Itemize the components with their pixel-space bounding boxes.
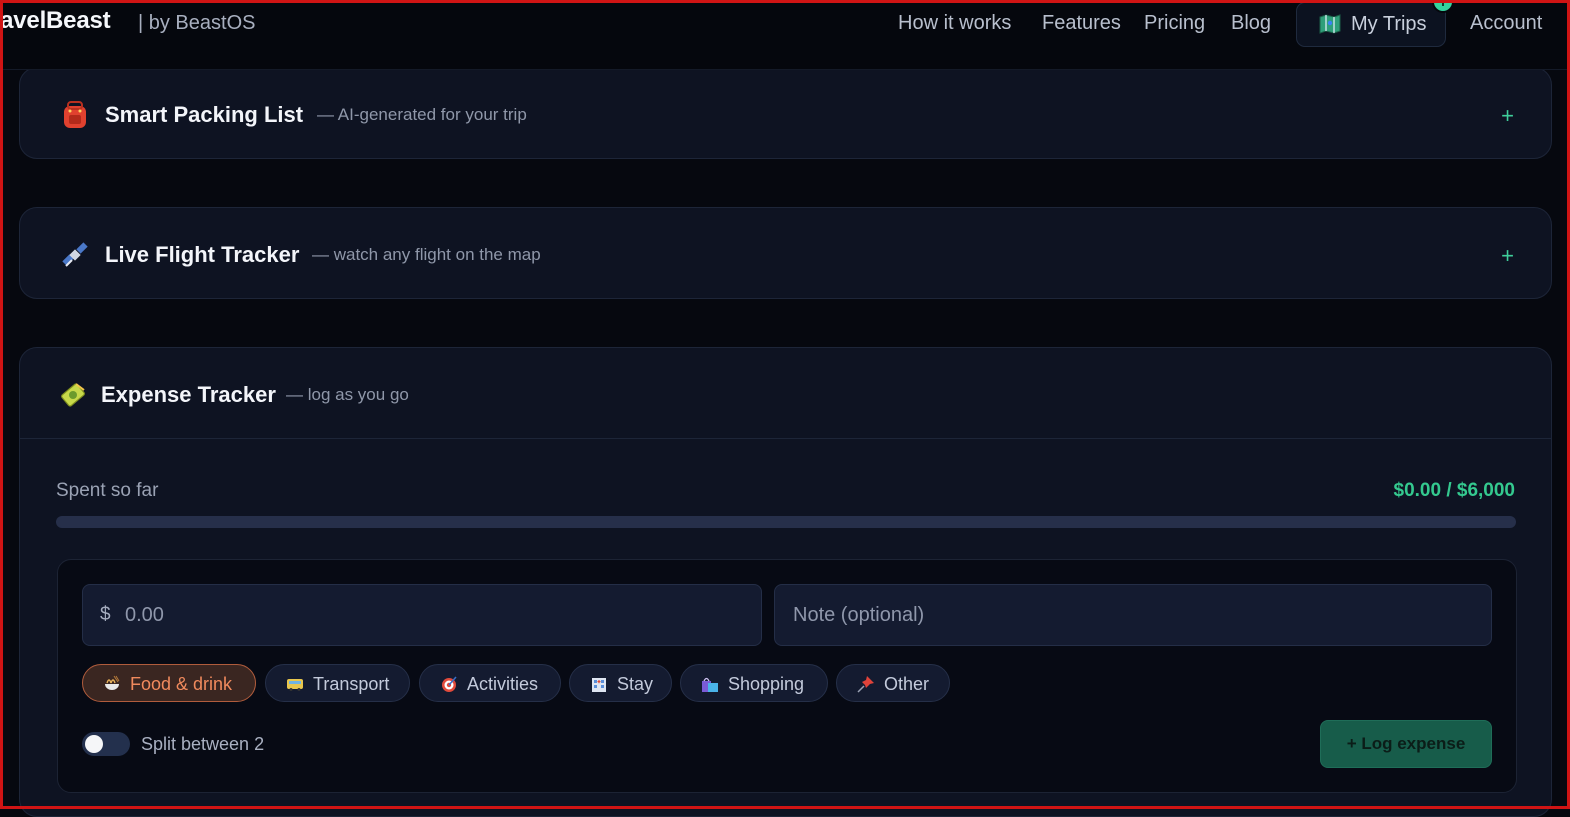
category-transport[interactable]: Transport [265, 664, 410, 702]
toggle-knob [85, 735, 103, 753]
packing-list-subtitle: — AI-generated for your trip [317, 105, 527, 124]
category-other[interactable]: Other [836, 664, 950, 702]
category-label: Transport [313, 674, 390, 694]
noodles-icon [105, 675, 120, 690]
target-icon [442, 676, 457, 692]
split-toggle[interactable] [82, 732, 130, 756]
nav-how-it-works[interactable]: How it works [898, 12, 1011, 35]
my-trips-label: My Trips [1351, 13, 1427, 35]
currency-symbol: $ [100, 604, 111, 625]
expense-tracker-subtitle: — log as you go [286, 385, 409, 404]
category-label: Shopping [728, 674, 805, 694]
my-trips-button[interactable]: My Trips [1296, 2, 1446, 47]
expense-tracker-title: Expense Tracker [101, 382, 276, 407]
flight-tracker-card[interactable]: Live Flight Tracker — watch any flight o… [19, 207, 1552, 299]
expand-flight-icon[interactable]: + [1501, 243, 1514, 269]
backpack-icon [64, 101, 86, 128]
amount-input[interactable]: $ 0.00 [82, 584, 762, 646]
amount-placeholder: 0.00 [125, 604, 164, 626]
expand-packing-icon[interactable]: + [1501, 103, 1514, 129]
top-nav: ravelBeast | by BeastOS How it works Fea… [0, 0, 1570, 70]
category-shopping[interactable]: Shopping [680, 664, 828, 702]
flight-tracker-subtitle: — watch any flight on the map [312, 245, 541, 264]
brand-logo[interactable]: ravelBeast [0, 7, 111, 35]
nav-features[interactable]: Features [1042, 12, 1121, 35]
pushpin-icon [857, 676, 874, 693]
packing-list-title: Smart Packing List [105, 102, 304, 127]
category-stay[interactable]: Stay [569, 664, 672, 702]
category-label: Stay [617, 674, 654, 694]
log-expense-button[interactable]: + Log expense [1320, 720, 1492, 768]
money-icon [61, 383, 85, 407]
spent-label: Spent so far [56, 480, 159, 501]
category-label: Other [884, 674, 930, 694]
map-icon [1319, 14, 1341, 34]
satellite-icon [62, 242, 88, 267]
packing-list-card[interactable]: Smart Packing List — AI-generated for yo… [19, 67, 1552, 159]
spent-value: $0.00 / $6,000 [1393, 480, 1516, 501]
bus-icon [287, 679, 303, 691]
note-input[interactable]: Note (optional) [774, 584, 1492, 646]
category-label: Activities [467, 674, 539, 694]
brand-subtitle: | by BeastOS [138, 12, 256, 34]
nav-pricing[interactable]: Pricing [1144, 12, 1205, 35]
expense-form: $ 0.00 Note (optional) Food & drink Tran… [57, 559, 1517, 793]
hotel-icon [592, 678, 606, 692]
split-label: Split between 2 [141, 734, 265, 754]
category-activities[interactable]: Activities [419, 664, 561, 702]
category-food-drink[interactable]: Food & drink [82, 664, 256, 702]
nav-blog[interactable]: Blog [1231, 12, 1271, 35]
note-placeholder: Note (optional) [793, 604, 925, 626]
expense-tracker-card: Expense Tracker — log as you go Spent so… [19, 347, 1552, 817]
category-label: Food & drink [130, 674, 233, 694]
budget-progress-bar [56, 516, 1516, 528]
nav-account[interactable]: Account [1470, 12, 1542, 35]
flight-tracker-title: Live Flight Tracker [105, 242, 300, 267]
card-divider [20, 438, 1551, 439]
shopping-bags-icon [702, 677, 718, 692]
